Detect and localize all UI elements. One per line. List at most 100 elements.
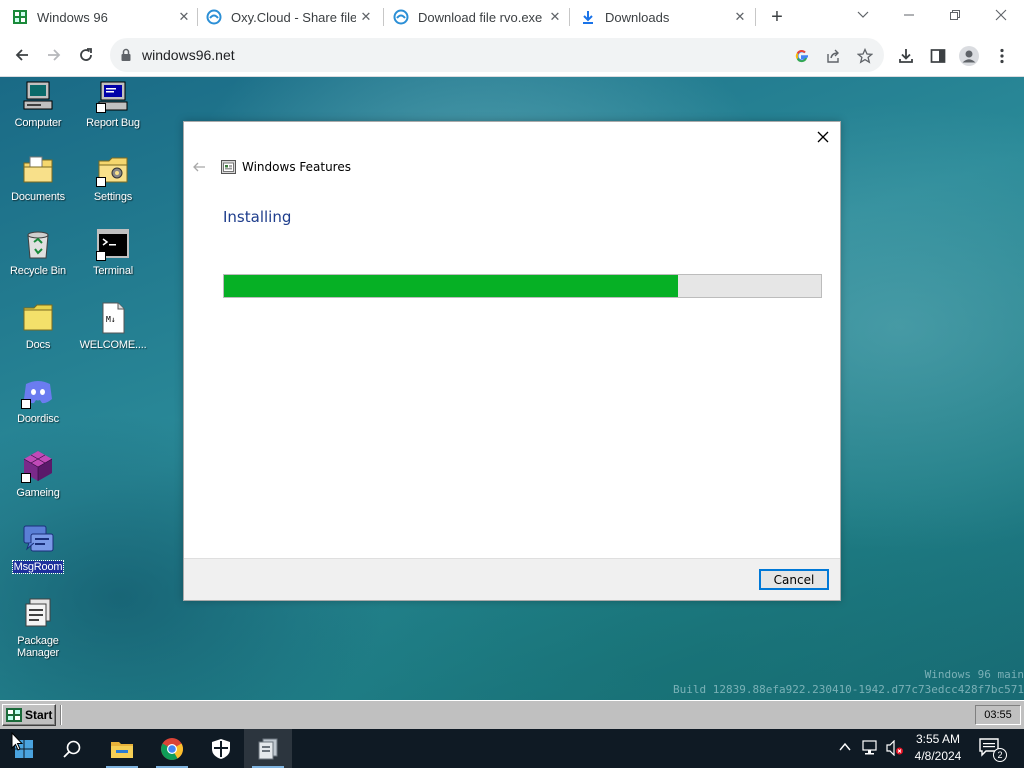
network-icon[interactable] <box>862 740 880 756</box>
tab-title: Downloads <box>605 9 670 25</box>
show-hidden-icons-icon[interactable] <box>838 740 852 754</box>
forward-button[interactable] <box>40 41 68 69</box>
desktop-icon-msgroom[interactable]: MsgRoom <box>0 523 76 574</box>
win96-taskbar: Start 03:55 <box>0 700 1024 729</box>
browser-toolbar: windows96.net <box>0 34 1024 77</box>
back-button[interactable] <box>8 41 36 69</box>
close-tab-icon[interactable]: ✕ <box>174 7 194 27</box>
build-watermark-line1: Windows 96 main <box>924 668 1024 681</box>
search-button[interactable] <box>48 729 96 768</box>
cancel-button[interactable]: Cancel <box>759 569 829 590</box>
folder-icon <box>21 301 55 335</box>
minimize-icon[interactable] <box>886 0 932 30</box>
profile-avatar-icon[interactable] <box>958 45 980 67</box>
dialog-footer: Cancel <box>184 558 840 600</box>
tab-download-file[interactable]: Download file rvo.exe ✕ <box>393 0 565 34</box>
taskbar-app[interactable] <box>244 729 292 768</box>
desktop-icon-label: MsgRoom <box>11 560 65 574</box>
clock-time: 3:55 AM <box>915 732 961 746</box>
windows-features-dialog: Windows Features Installing Cancel <box>183 121 841 601</box>
close-tab-icon[interactable]: ✕ <box>545 7 565 27</box>
installing-heading: Installing <box>223 208 292 226</box>
reload-icon <box>80 48 92 61</box>
chrome-icon <box>161 737 183 760</box>
download-icon <box>580 9 596 25</box>
svg-text:M↓: M↓ <box>106 315 116 324</box>
install-progress-bar <box>223 274 822 298</box>
menu-kebab-icon[interactable] <box>991 45 1013 67</box>
desktop-icon-terminal[interactable]: Terminal <box>75 227 151 277</box>
restore-icon[interactable] <box>932 0 978 30</box>
close-tab-icon[interactable]: ✕ <box>730 7 750 27</box>
desktop-icon-doordisc[interactable]: Doordisc <box>0 375 76 425</box>
file-explorer-icon <box>111 741 133 758</box>
build-watermark-line2: Build 12839.88efa922.230410-1942.d77c73e… <box>673 683 1024 696</box>
close-icon <box>817 131 829 143</box>
desktop-icon-package-manager[interactable]: Package Manager <box>0 597 76 659</box>
arrow-left-icon <box>15 49 28 61</box>
desktop-icon-documents[interactable]: Documents <box>0 153 76 203</box>
dialog-close-button[interactable] <box>814 128 832 146</box>
recycle-bin-icon <box>21 227 55 261</box>
windows-security-icon <box>212 738 230 759</box>
volume-muted-icon[interactable] <box>886 740 904 756</box>
url-text: windows96.net <box>142 47 235 63</box>
desktop-icon-welcome[interactable]: M↓ WELCOME.... <box>75 301 151 351</box>
address-bar[interactable]: windows96.net <box>110 38 884 72</box>
browser-tabstrip: Windows 96 ✕ Oxy.Cloud - Share files ✕ D… <box>0 0 1024 34</box>
new-tab-button[interactable]: + <box>765 6 789 28</box>
back-arrow-icon[interactable] <box>192 160 206 174</box>
reload-button[interactable] <box>72 41 100 69</box>
desktop-icon-label: Package Manager <box>16 635 59 659</box>
desktop-icon-label: Computer <box>14 117 62 129</box>
settings-icon <box>96 153 130 187</box>
desktop-icon-recycle-bin[interactable]: Recycle Bin <box>0 227 76 277</box>
google-icon[interactable] <box>792 46 812 66</box>
desktop-icon-label: Settings <box>93 191 133 203</box>
windows-start-button[interactable] <box>0 729 48 768</box>
gameing-icon <box>21 449 55 483</box>
report-bug-icon <box>96 79 130 113</box>
desktop-icon-label: WELCOME.... <box>79 339 147 351</box>
package-manager-icon <box>21 597 55 631</box>
close-window-icon[interactable] <box>978 0 1024 30</box>
action-center-button[interactable]: 2 <box>978 737 1007 762</box>
dialog-title: Windows Features <box>242 160 351 174</box>
side-panel-icon[interactable] <box>927 45 949 67</box>
progress-fill <box>224 275 678 297</box>
documents-folder-icon <box>21 153 55 187</box>
desktop-icon-computer[interactable]: Computer <box>0 79 76 129</box>
desktop-icon-label: Gameing <box>16 487 60 499</box>
app-icon <box>258 738 278 759</box>
taskbar-windows-security[interactable] <box>197 729 245 768</box>
desktop-icon-report-bug[interactable]: Report Bug <box>75 79 151 129</box>
tab-oxy-cloud[interactable]: Oxy.Cloud - Share files ✕ <box>206 0 376 34</box>
close-tab-icon[interactable]: ✕ <box>356 7 376 27</box>
tab-title: Windows 96 <box>37 9 108 25</box>
desktop-icon-label: Terminal <box>93 265 133 277</box>
win96-clock: 03:55 <box>975 705 1021 725</box>
taskbar-chrome[interactable] <box>148 729 196 768</box>
doordisc-icon <box>21 375 55 409</box>
mouse-cursor-icon <box>11 732 23 751</box>
bookmark-star-icon[interactable] <box>855 46 875 66</box>
oxy-cloud-icon <box>206 9 222 25</box>
win96-start-button[interactable]: Start <box>2 704 56 726</box>
taskbar-file-explorer[interactable] <box>98 729 146 768</box>
desktop-icon-label: Doordisc <box>17 413 59 425</box>
msgroom-icon <box>21 523 55 557</box>
desktop-icon-label: Recycle Bin <box>10 265 66 277</box>
oxy-cloud-icon <box>393 9 409 25</box>
desktop-icon-settings[interactable]: Settings <box>75 153 151 203</box>
tab-downloads[interactable]: Downloads ✕ <box>580 0 750 34</box>
taskbar-separator <box>60 705 62 725</box>
downloads-icon[interactable] <box>895 45 917 67</box>
system-clock[interactable]: 3:55 AM 4/8/2024 <box>909 731 967 765</box>
clock-date: 4/8/2024 <box>914 749 962 763</box>
share-icon[interactable] <box>823 46 843 66</box>
windows-features-icon <box>221 160 236 174</box>
desktop-icon-gameing[interactable]: Gameing <box>0 449 76 499</box>
desktop-icon-docs[interactable]: Docs <box>0 301 76 351</box>
tab-windows96[interactable]: Windows 96 ✕ <box>12 0 194 34</box>
tab-search-icon[interactable] <box>840 0 886 30</box>
